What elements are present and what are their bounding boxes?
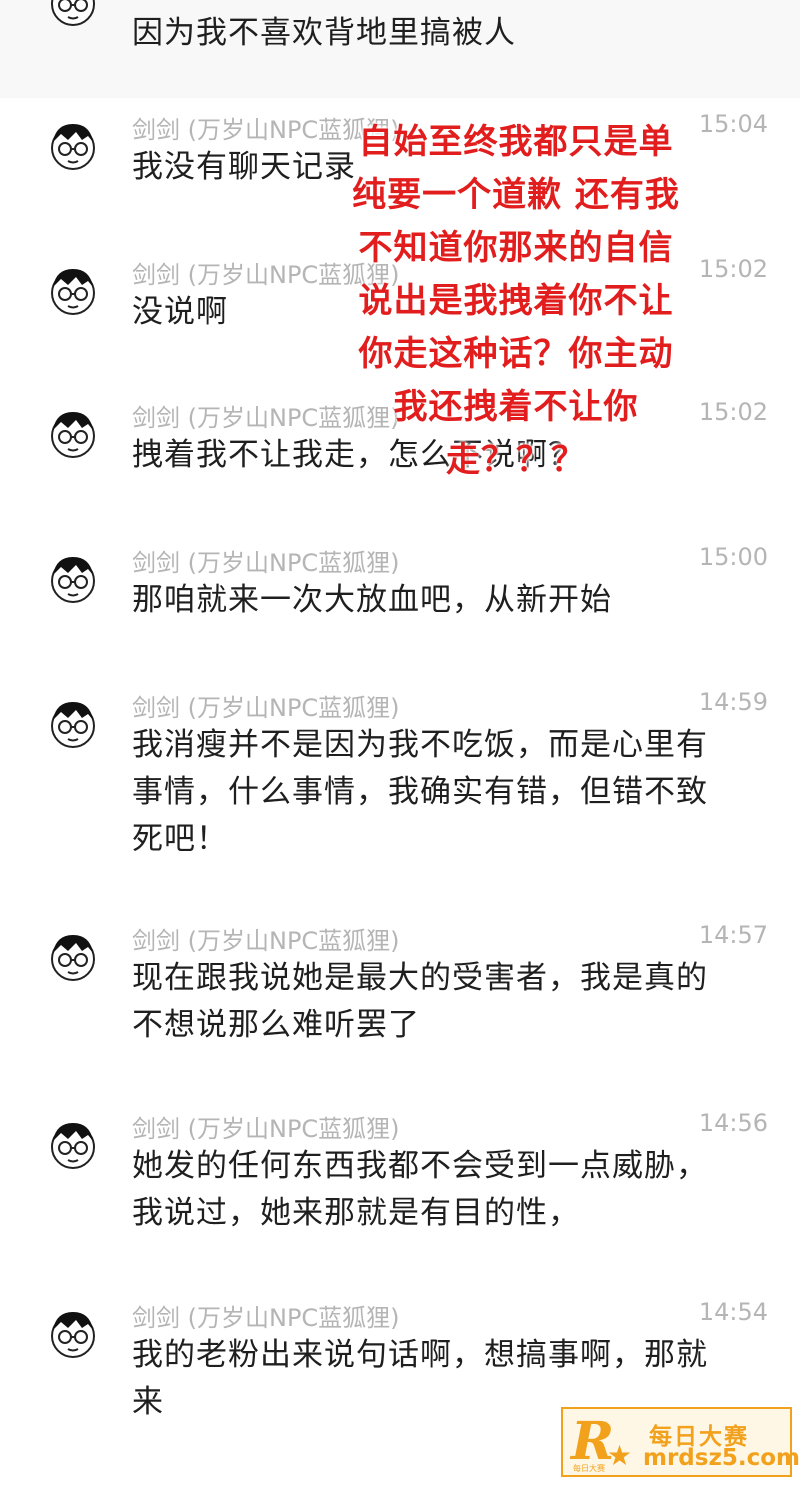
message-time: 15:00 [698, 543, 768, 571]
message-line: 我消瘦并不是因为我不吃饭，而是心里有 [132, 727, 708, 763]
sender-name[interactable]: 剑剑 (万岁山NPC蓝狐狸) [132, 688, 400, 723]
message-time: 15:02 [698, 255, 768, 283]
message-time: 15:02 [698, 398, 768, 426]
avatar-icon[interactable] [48, 263, 98, 319]
watermark-logo: R ★ 每日大赛 每日大赛 mrdsz5.com [561, 1407, 800, 1477]
message-time: 15:04 [698, 110, 768, 138]
message-line: 死吧！ [132, 821, 228, 857]
avatar-icon[interactable] [48, 929, 98, 985]
watermark-logo-small: 每日大赛 [573, 1464, 605, 1473]
overlay-line: 纯要一个道歉 还有我 [352, 175, 680, 215]
message-text[interactable]: 我消瘦并不是因为我不吃饭，而是心里有 事情，什么事情，我确实有错，但错不致 死吧！ [132, 722, 752, 863]
avatar-icon[interactable] [48, 1117, 98, 1173]
watermark-url: mrdsz5.com [643, 1445, 800, 1471]
message-time: 14:54 [698, 1298, 768, 1326]
overlay-line: 你走这种话？你主动 [358, 334, 674, 374]
message-line: 我的老粉出来说句话啊，想搞事啊，那就 [132, 1337, 708, 1373]
overlay-line: 自始至终我都只是单 [358, 122, 674, 162]
top-message-row: 因为我不喜欢背地里搞被人 [0, 0, 800, 98]
message-line: 我说过，她来那就是有目的性， [132, 1195, 580, 1231]
avatar-icon[interactable] [48, 118, 98, 174]
message-text[interactable]: 那咱就来一次大放血吧，从新开始 [132, 577, 752, 624]
overlay-note: 自始至终我都只是单 纯要一个道歉 还有我 不知道你那来的自信 说出是我拽着你不让… [330, 116, 702, 487]
message-time: 14:56 [698, 1109, 768, 1137]
avatar-icon[interactable] [48, 406, 98, 462]
overlay-line: 走？？？ [446, 440, 586, 480]
message-line: 现在跟我说她是最大的受害者，我是真的 [132, 960, 708, 996]
avatar-icon[interactable] [48, 1306, 98, 1362]
sender-name[interactable]: 剑剑 (万岁山NPC蓝狐狸) [132, 921, 400, 956]
star-icon: ★ [607, 1439, 633, 1472]
message-text: 因为我不喜欢背地里搞被人 [132, 15, 516, 51]
sender-name[interactable]: 剑剑 (万岁山NPC蓝狐狸) [132, 1109, 400, 1144]
overlay-line: 不知道你那来的自信 [358, 228, 674, 268]
message-text[interactable]: 现在跟我说她是最大的受害者，我是真的 不想说那么难听罢了 [132, 955, 752, 1049]
overlay-line: 说出是我拽着你不让 [358, 281, 674, 321]
message-text[interactable]: 她发的任何东西我都不会受到一点威胁， 我说过，她来那就是有目的性， [132, 1143, 752, 1237]
message-line: 那咱就来一次大放血吧，从新开始 [132, 582, 612, 618]
message-line: 不想说那么难听罢了 [132, 1007, 420, 1043]
sender-name[interactable]: 剑剑 (万岁山NPC蓝狐狸) [132, 1298, 400, 1333]
avatar-icon [51, 0, 95, 26]
message-line: 她发的任何东西我都不会受到一点威胁， [132, 1148, 708, 1184]
message-time: 14:57 [698, 921, 768, 949]
message-time: 14:59 [698, 688, 768, 716]
message-line: 事情，什么事情，我确实有错，但错不致 [132, 774, 708, 810]
overlay-line: 我还拽着不让你 [393, 387, 639, 427]
avatar-icon[interactable] [48, 551, 98, 607]
avatar-icon[interactable] [48, 696, 98, 752]
sender-name[interactable]: 剑剑 (万岁山NPC蓝狐狸) [132, 543, 400, 578]
